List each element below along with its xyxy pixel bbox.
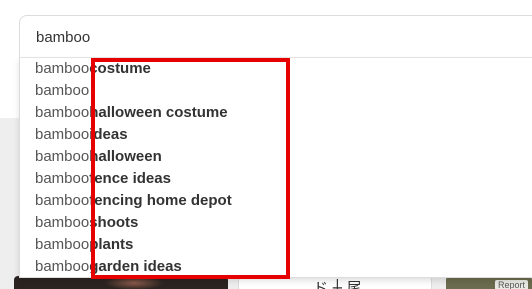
sketch-drawing: ド ┼ 尾 (313, 279, 362, 289)
suggestion-typed-text: bamboo (35, 170, 90, 187)
suggestion-item[interactable]: bambooplants (35, 234, 133, 256)
search-box[interactable] (19, 15, 532, 58)
suggestion-item[interactable]: bambooideas (35, 124, 128, 146)
suggestion-completion-text: plants (89, 236, 134, 253)
suggestion-completion-text: halloween costume (89, 104, 228, 121)
page: ド ┼ 尾 Report bamboocostume bamboo bamboo… (0, 0, 532, 289)
suggestion-item[interactable]: bambooshoots (35, 212, 138, 234)
suggestion-completion-text: ideas (89, 126, 128, 143)
suggestion-item[interactable]: bamboohalloween costume (35, 102, 228, 124)
suggestion-completion-text: shoots (89, 214, 139, 231)
suggestion-item[interactable]: bamboo (35, 80, 89, 102)
suggestion-typed-text: bamboo (35, 82, 90, 99)
suggestion-item[interactable]: bamboogarden ideas (35, 256, 182, 278)
suggestion-item[interactable]: bamboocostume (35, 58, 151, 80)
suggestion-completion-text: halloween (89, 148, 162, 165)
suggestion-typed-text: bamboo (35, 126, 90, 143)
suggestion-completion-text: fencing home depot (89, 192, 232, 209)
suggestion-item[interactable]: bamboofencing home depot (35, 190, 232, 212)
suggestion-typed-text: bamboo (35, 148, 90, 165)
search-input[interactable] (36, 16, 516, 58)
suggestion-typed-text: bamboo (35, 104, 90, 121)
suggestion-item[interactable]: bamboohalloween (35, 146, 162, 168)
suggestion-typed-text: bamboo (35, 236, 90, 253)
suggestion-typed-text: bamboo (35, 60, 90, 77)
suggestion-typed-text: bamboo (35, 258, 90, 275)
suggestion-completion-text: garden ideas (89, 258, 182, 275)
suggestion-typed-text: bamboo (35, 214, 90, 231)
suggestion-completion-text: costume (89, 60, 151, 77)
suggestion-completion-text: fence ideas (89, 170, 171, 187)
suggestions-dropdown: bamboocostume bamboo bamboohalloween cos… (19, 58, 532, 278)
suggestion-typed-text: bamboo (35, 192, 90, 209)
suggestion-item[interactable]: bamboofence ideas (35, 168, 171, 190)
report-label[interactable]: Report (494, 280, 528, 289)
